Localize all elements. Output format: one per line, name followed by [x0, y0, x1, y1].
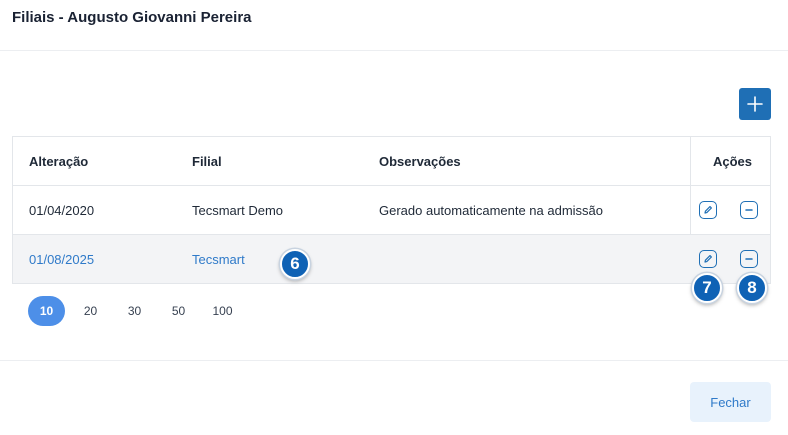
annotation-badge-7: 7 — [692, 273, 722, 303]
column-header-observacoes: Observações — [379, 153, 461, 169]
annotation-badge-6: 6 — [280, 249, 310, 279]
cell-filial[interactable]: Tecsmart — [192, 235, 245, 283]
add-branch-button[interactable] — [739, 88, 771, 120]
edit-button[interactable] — [699, 201, 717, 219]
remove-button[interactable] — [740, 250, 758, 268]
footer-divider — [0, 360, 788, 361]
column-header-filial: Filial — [192, 153, 222, 169]
page-size-50[interactable]: 50 — [160, 296, 197, 326]
table-row: 01/08/2025 Tecsmart — [13, 235, 770, 283]
remove-button[interactable] — [740, 201, 758, 219]
edit-pencil-icon — [704, 206, 712, 214]
minus-circle-icon — [745, 209, 753, 211]
column-header-alteracao: Alteração — [29, 153, 89, 169]
page-size-selector: 10 20 30 50 100 — [28, 296, 248, 326]
column-header-acoes: Ações — [713, 153, 753, 169]
page-size-100[interactable]: 100 — [204, 296, 241, 326]
modal-header: Filiais - Augusto Giovanni Pereira — [0, 0, 788, 51]
cell-alteracao[interactable]: 01/08/2025 — [29, 235, 94, 283]
page-size-10[interactable]: 10 — [28, 296, 65, 326]
page-size-20[interactable]: 20 — [72, 296, 109, 326]
edit-pencil-icon — [704, 255, 712, 263]
minus-circle-icon — [745, 258, 753, 260]
annotation-badge-8: 8 — [737, 273, 767, 303]
close-button[interactable]: Fechar — [690, 382, 771, 422]
edit-button[interactable] — [699, 250, 717, 268]
cell-observacoes: Gerado automaticamente na admissão — [379, 202, 604, 218]
page-size-30[interactable]: 30 — [116, 296, 153, 326]
branches-table: Alteração Filial Observações Ações 01/04… — [12, 136, 771, 284]
table-row: 01/04/2020 Tecsmart Demo Gerado automati… — [13, 186, 770, 235]
cell-alteracao: 01/04/2020 — [29, 202, 95, 218]
modal-title: Filiais - Augusto Giovanni Pereira — [12, 9, 252, 26]
cell-filial: Tecsmart Demo — [192, 202, 284, 218]
plus-icon — [747, 96, 763, 112]
table-header-row: Alteração Filial Observações Ações — [13, 137, 770, 186]
